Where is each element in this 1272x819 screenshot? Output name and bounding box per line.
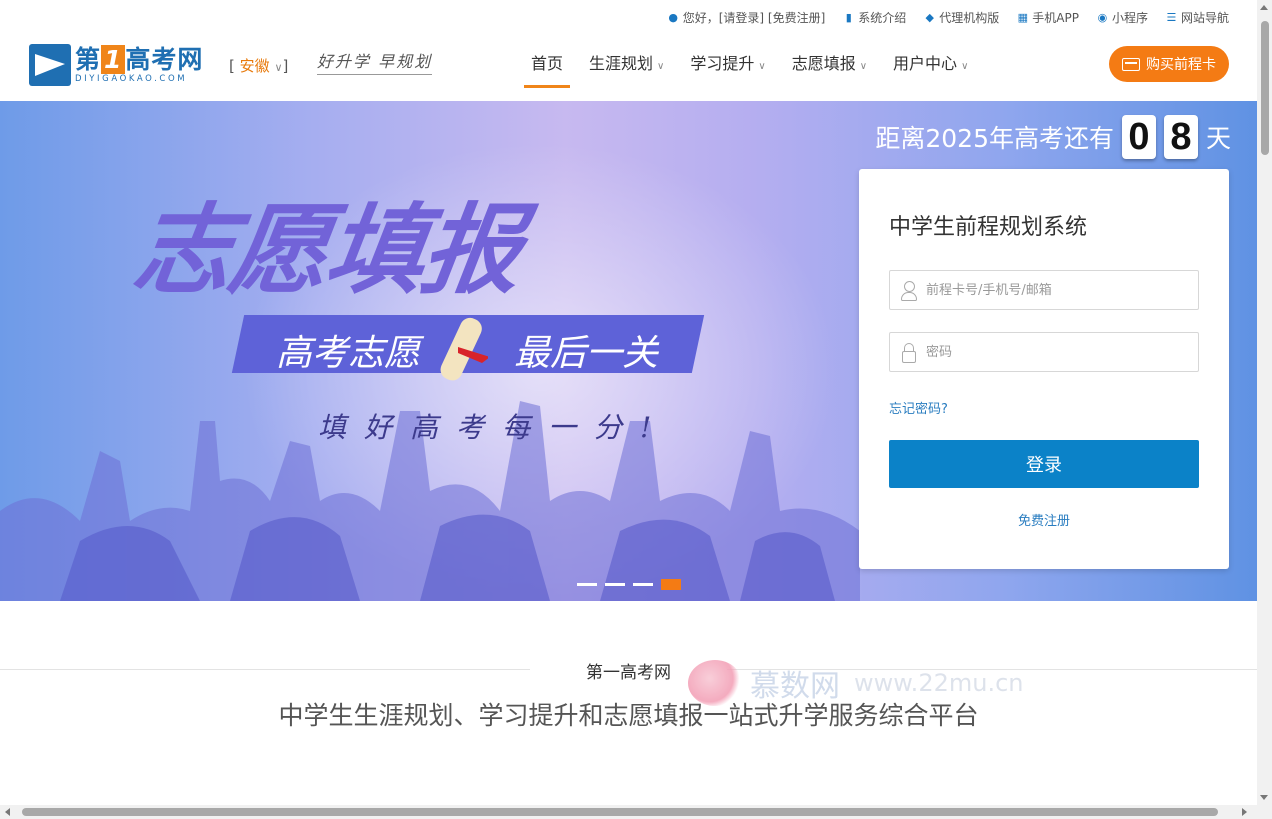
login-panel: 中学生前程规划系统 忘记密码? 登录 免费注册 — [859, 169, 1229, 569]
top-utility-bar: ● 您好，[请登录] [免费注册] ▮ 系统介绍 ◆ 代理机构版 ▦ 手机APP ◉ 小程… — [0, 0, 1257, 34]
site-logo[interactable]: 第 1 高考网 DIYIGAOKAO.COM — [29, 42, 205, 88]
exam-countdown: 距离2025年高考还有 0 8 天 — [875, 115, 1231, 159]
agency-edition-link[interactable]: ◆ 代理机构版 — [924, 9, 1000, 26]
login-register-link[interactable]: ● 您好，[请登录] [免费注册] — [668, 9, 826, 26]
top-links: ● 您好，[请登录] [免费注册] ▮ 系统介绍 ◆ 代理机构版 ▦ 手机APP ◉ 小程… — [668, 9, 1229, 26]
lock-icon — [900, 342, 918, 363]
user-icon: ● — [668, 11, 678, 24]
card-icon — [1122, 57, 1140, 71]
carousel-dot[interactable] — [577, 583, 597, 586]
username-field — [889, 270, 1199, 310]
watermark: 慕数网 www.22mu.cn — [688, 660, 1023, 706]
chevron-down-icon: ∨ — [961, 61, 969, 72]
carousel-dot[interactable] — [633, 583, 653, 586]
mobile-app-label: 手机APP — [1032, 11, 1079, 25]
logo-name: 第 1 高考网 — [75, 45, 204, 74]
nav-application[interactable]: 志愿填报 ∨ — [779, 34, 880, 101]
section-title: 第一高考网 — [586, 663, 671, 683]
slogan: 好升学 早规划 — [317, 48, 433, 75]
watermark-url: www.22mu.cn — [854, 669, 1024, 697]
vertical-scroll-thumb[interactable] — [1261, 21, 1269, 155]
site-nav-link[interactable]: ☰ 网站导航 — [1166, 9, 1229, 26]
grid-icon: ▦ — [1017, 11, 1028, 24]
logo-text: 第 1 高考网 DIYIGAOKAO.COM — [75, 45, 204, 84]
nav-study-improve[interactable]: 学习提升 ∨ — [677, 34, 778, 101]
forgot-password-link[interactable]: 忘记密码? — [889, 398, 948, 417]
diploma-scroll-icon — [440, 317, 488, 381]
chevron-down-icon: ∨ — [657, 61, 665, 72]
scroll-up-arrow-icon[interactable] — [1260, 5, 1268, 10]
menu-icon: ☰ — [1166, 11, 1177, 24]
section-subtitle: 中学生生涯规划、学习提升和志愿填报一站式升学服务综合平台 — [278, 701, 979, 730]
watermark-logo-icon — [688, 660, 742, 706]
miniprogram-icon: ◉ — [1097, 11, 1108, 24]
province-name: 安徽 — [239, 57, 270, 75]
chevron-down-icon: ∨ — [274, 61, 283, 74]
scroll-left-arrow-icon[interactable] — [5, 808, 10, 816]
login-button[interactable]: 登录 — [889, 440, 1199, 488]
nav-career-planning[interactable]: 生涯规划 ∨ — [576, 34, 677, 101]
graduates-silhouette-image — [0, 401, 860, 601]
banner-tagline: 填好高考每一分! — [318, 411, 670, 444]
countdown-digit: 8 — [1163, 115, 1198, 159]
main-nav: 首页 生涯规划 ∨ 学习提升 ∨ 志愿填报 ∨ 用户中心 ∨ — [518, 34, 981, 101]
banner-headline: 志愿填报 — [126, 194, 528, 308]
chevron-down-icon: ∨ — [758, 61, 766, 72]
ribbon-right-text: 最后一关 — [514, 333, 659, 374]
password-field — [889, 332, 1199, 372]
register-link[interactable]: 免费注册 — [859, 510, 1229, 529]
horizontal-scrollbar[interactable] — [0, 805, 1257, 819]
scrollbar-corner — [1257, 805, 1272, 819]
carousel-indicators — [577, 579, 681, 590]
nav-user-center[interactable]: 用户中心 ∨ — [880, 34, 981, 101]
miniprogram-link[interactable]: ◉ 小程序 — [1097, 9, 1148, 26]
carousel-dot-active[interactable] — [661, 579, 681, 590]
mobile-app-link[interactable]: ▦ 手机APP — [1017, 9, 1079, 26]
password-input[interactable] — [924, 343, 1188, 361]
username-input[interactable] — [924, 281, 1188, 299]
province-selector[interactable]: [ 安徽 ∨] — [229, 55, 288, 76]
system-intro-link[interactable]: ▮ 系统介绍 — [843, 9, 907, 26]
user-icon — [900, 280, 918, 301]
agency-edition-label: 代理机构版 — [939, 11, 1000, 25]
countdown-digit: 0 — [1121, 115, 1156, 159]
miniprogram-label: 小程序 — [1111, 11, 1148, 25]
login-register-label: 您好，[请登录] [免费注册] — [682, 11, 826, 25]
site-nav-label: 网站导航 — [1180, 11, 1229, 25]
countdown-prefix: 距离2025年高考还有 — [875, 124, 1114, 153]
horizontal-scroll-thumb[interactable] — [22, 808, 1218, 816]
system-intro-label: 系统介绍 — [858, 11, 907, 25]
logo-domain: DIYIGAOKAO.COM — [75, 74, 188, 84]
buy-card-button[interactable]: 购买前程卡 — [1109, 46, 1229, 82]
carousel-dot[interactable] — [605, 583, 625, 586]
login-title: 中学生前程规划系统 — [889, 215, 1088, 240]
chevron-down-icon: ∨ — [859, 61, 868, 72]
scroll-down-arrow-icon[interactable] — [1260, 795, 1268, 800]
diamond-icon: ◆ — [925, 11, 934, 24]
ribbon-left-text: 高考志愿 — [276, 333, 421, 374]
countdown-suffix: 天 — [1205, 124, 1231, 153]
hero-banner[interactable]: 志愿填报 高考志愿 最后一关 填好高考每一分! 距离2025年高考还有 0 8 … — [0, 101, 1257, 601]
watermark-text: 慕数网 — [750, 669, 840, 704]
scroll-right-arrow-icon[interactable] — [1242, 808, 1247, 816]
nav-home[interactable]: 首页 — [518, 34, 576, 101]
vertical-scrollbar[interactable] — [1257, 0, 1272, 805]
site-header: 第 1 高考网 DIYIGAOKAO.COM [ 安徽 ∨] 好升学 早规划 首页 … — [0, 34, 1257, 101]
document-icon: ▮ — [845, 11, 852, 24]
paper-plane-icon — [29, 44, 71, 86]
